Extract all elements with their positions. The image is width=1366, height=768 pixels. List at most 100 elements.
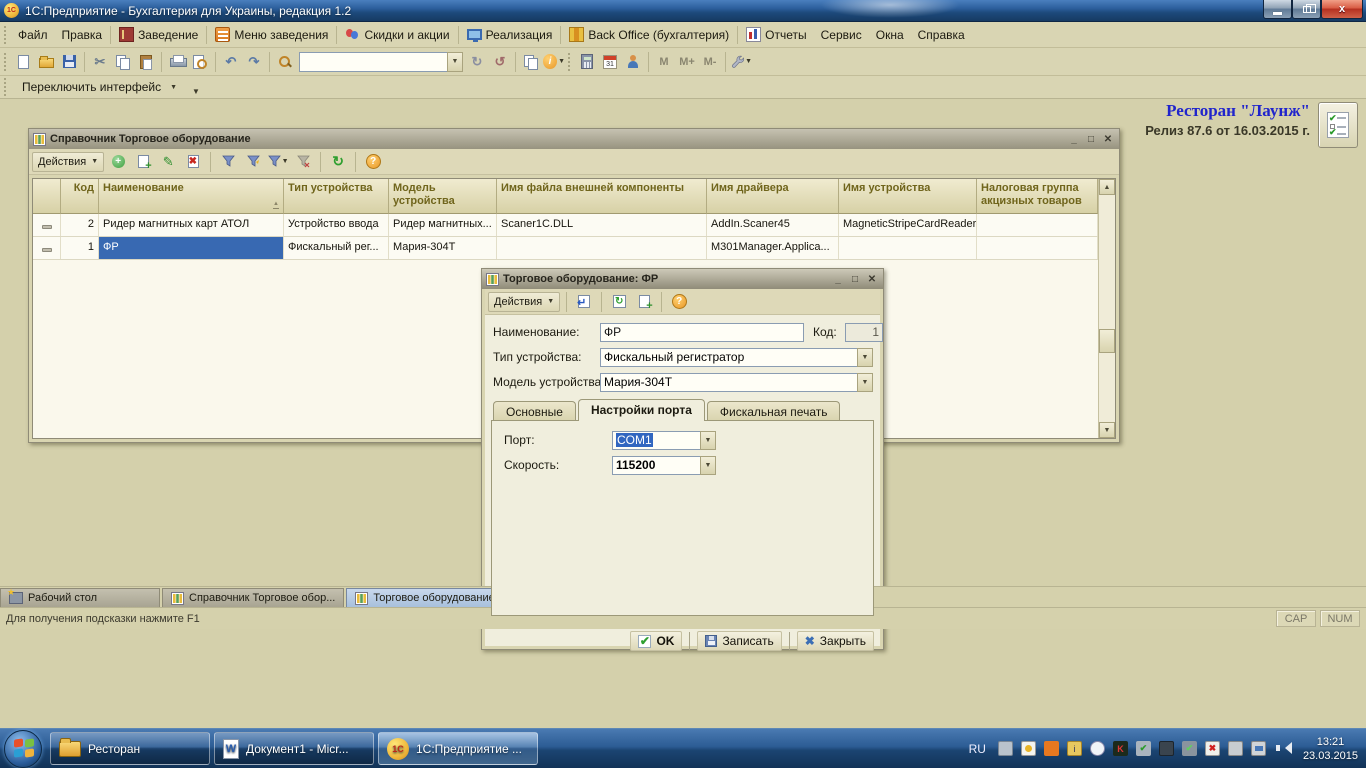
cell-component-file[interactable]: Scaner1C.DLL	[497, 214, 707, 236]
cell-name-selected[interactable]: ФР	[99, 237, 284, 259]
catalog-window-titlebar[interactable]: Справочник Торговое оборудование _ □ ✕	[29, 129, 1119, 149]
minimize-button[interactable]	[1263, 0, 1292, 19]
cell-code[interactable]: 1	[61, 237, 99, 259]
cell-tax-group[interactable]	[977, 214, 1098, 236]
memory-plus-button[interactable]: M+	[676, 51, 698, 73]
menu-help[interactable]: Справка	[911, 25, 972, 45]
write-button[interactable]	[573, 291, 595, 313]
dialog-titlebar[interactable]: Торговое оборудование: ФР _ □ ✕	[482, 269, 883, 289]
filter-history-button[interactable]: ▼	[267, 151, 289, 173]
display-settings-tray-icon[interactable]	[1158, 741, 1174, 756]
menu-discounts[interactable]: Скидки и акции	[338, 24, 456, 45]
clear-filter-button[interactable]	[292, 151, 314, 173]
filter-by-value-button[interactable]	[242, 151, 264, 173]
photo-viewer-tray-icon[interactable]	[1020, 741, 1036, 756]
toolbar-grip[interactable]	[4, 78, 9, 96]
find-next-button[interactable]: ↻	[466, 51, 488, 73]
actions-menu-button[interactable]: Действия ▼	[32, 151, 105, 172]
cell-component-file[interactable]	[497, 237, 707, 259]
cell-model[interactable]: Мария-304Т	[389, 237, 497, 259]
menu-sales[interactable]: Реализация	[460, 25, 560, 45]
search-input[interactable]	[299, 51, 447, 72]
java-tray-icon[interactable]	[1043, 741, 1059, 756]
device-model-combo[interactable]: Мария-304Т ▼	[600, 372, 873, 392]
close-button[interactable]: ✕	[865, 273, 879, 286]
cell-model[interactable]: Ридер магнитных...	[389, 214, 497, 236]
tab-desktop[interactable]: Рабочий стол	[0, 587, 160, 607]
find-button[interactable]	[274, 51, 296, 73]
power-tray-icon[interactable]	[1227, 741, 1243, 756]
scroll-down-button[interactable]: ▼	[1099, 422, 1115, 438]
toolbar-overflow-chevron[interactable]: ▼	[192, 87, 200, 96]
menu-backoffice[interactable]: Back Office (бухгалтерия)	[562, 24, 736, 45]
cell-device-type[interactable]: Устройство ввода	[284, 214, 389, 236]
info-button[interactable]: i ▼	[543, 51, 565, 73]
table-row[interactable]: 2 Ридер магнитных карт АТОЛ Устройство в…	[33, 214, 1098, 237]
speed-combo[interactable]: 115200 ▼	[612, 455, 716, 475]
cell-device-type[interactable]: Фискальный рег...	[284, 237, 389, 259]
delete-button[interactable]	[182, 151, 204, 173]
switch-interface-button[interactable]: Переключить интерфейс ▼	[11, 75, 184, 99]
column-header-code[interactable]: Код	[61, 179, 99, 214]
app-badge-tray-icon[interactable]	[1089, 741, 1105, 756]
minimize-button[interactable]: _	[1067, 133, 1081, 146]
maximize-button[interactable]: □	[848, 273, 862, 286]
toolbar-grip[interactable]	[4, 52, 9, 71]
restore-button[interactable]	[1292, 0, 1321, 19]
write-button[interactable]: Записать	[697, 631, 782, 651]
menu-file[interactable]: Файл	[11, 25, 55, 45]
tab-catalog-equipment[interactable]: Справочник Торговое обор...	[162, 588, 345, 607]
add-copy-button[interactable]	[132, 151, 154, 173]
scrollbar-thumb[interactable]	[1099, 329, 1115, 353]
menu-edit[interactable]: Правка	[55, 25, 110, 45]
memory-m-button[interactable]: M	[653, 51, 675, 73]
user-monitor-button[interactable]	[622, 51, 644, 73]
action-center-flag-tray-icon[interactable]: ✖	[1204, 741, 1220, 756]
column-header-device-type[interactable]: Тип устройства	[284, 179, 389, 214]
search-dropdown-button[interactable]: ▼	[447, 51, 463, 72]
add-button[interactable]: +	[107, 151, 129, 173]
refresh-button[interactable]: ↻	[327, 151, 349, 173]
dropdown-button[interactable]: ▼	[700, 430, 716, 450]
cell-device-name[interactable]: MagneticStripeCardReader	[839, 214, 977, 236]
copy-element-button[interactable]	[633, 291, 655, 313]
reread-button[interactable]: ↻	[608, 291, 630, 313]
cell-driver[interactable]: AddIn.Scaner45	[707, 214, 839, 236]
printer-tray-icon[interactable]	[997, 741, 1013, 756]
edit-button[interactable]: ✎	[157, 151, 179, 173]
calculator-button[interactable]	[576, 51, 598, 73]
name-input[interactable]	[600, 322, 804, 342]
cut-button[interactable]: ✂	[89, 51, 111, 73]
ok-button[interactable]: ✔ OK	[630, 631, 683, 651]
redo-button[interactable]: ↷	[243, 51, 265, 73]
task-panel-button[interactable]: ✔ ✔	[1318, 102, 1358, 148]
device-type-combo[interactable]: Фискальный регистратор ▼	[600, 347, 873, 367]
help-button[interactable]: ?	[668, 291, 690, 313]
actions-menu-button[interactable]: Действия ▼	[488, 291, 561, 312]
usb-safe-remove-tray-icon[interactable]: ✔	[1181, 741, 1197, 756]
network-tray-icon[interactable]	[1250, 741, 1266, 756]
menu-reports[interactable]: Отчеты	[739, 24, 813, 45]
cell-code[interactable]: 2	[61, 214, 99, 236]
column-header-model[interactable]: Модель устройства	[389, 179, 497, 214]
filter-sort-button[interactable]	[217, 151, 239, 173]
close-dialog-button[interactable]: ✖ Закрыть	[796, 631, 874, 651]
column-header-component-file[interactable]: Имя файла внешней компоненты	[497, 179, 707, 214]
cell-driver[interactable]: M301Manager.Applica...	[707, 237, 839, 259]
kaspersky-tray-icon[interactable]: K	[1112, 741, 1128, 756]
find-prev-button[interactable]: ↺	[489, 51, 511, 73]
tab-port-settings[interactable]: Настройки порта	[577, 399, 705, 421]
port-combo[interactable]: COM1 ▼	[612, 430, 716, 450]
column-header-driver[interactable]: Имя драйвера	[707, 179, 839, 214]
tab-fiscal-print[interactable]: Фискальная печать	[706, 401, 841, 421]
close-button[interactable]: x	[1321, 0, 1363, 19]
menu-establishment[interactable]: Заведение	[112, 24, 205, 45]
calendar-button[interactable]: 31	[599, 51, 621, 73]
format-copy-button[interactable]	[520, 51, 542, 73]
cell-name[interactable]: Ридер магнитных карт АТОЛ	[99, 214, 284, 236]
dropdown-button[interactable]: ▼	[857, 372, 873, 392]
maximize-button[interactable]: □	[1084, 133, 1098, 146]
menu-windows[interactable]: Окна	[869, 25, 911, 45]
help-button[interactable]: ?	[362, 151, 384, 173]
dropdown-button[interactable]: ▼	[857, 347, 873, 367]
